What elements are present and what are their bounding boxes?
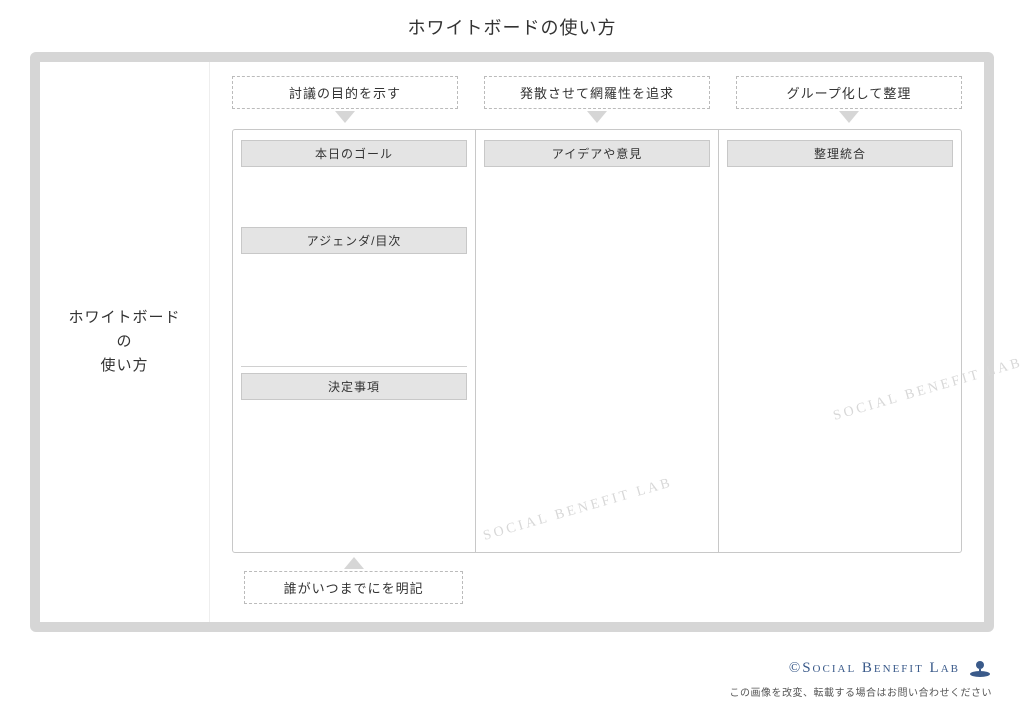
whiteboard-column-1: 本日のゴール アジェンダ/目次 決定事項 (233, 130, 475, 552)
page-title: ホワイトボードの使い方 (0, 0, 1024, 52)
footer-note: この画像を改変、転載する場合はお問い合わせください (730, 684, 993, 699)
whiteboard-column-3: 整理統合 (718, 130, 961, 552)
top-label-purpose: 討議の目的を示す (232, 76, 458, 109)
sidebar: ホワイトボード の 使い方 (40, 62, 210, 622)
divider (241, 366, 467, 367)
whiteboard: 本日のゴール アジェンダ/目次 決定事項 アイデアや意見 整理統合 (232, 129, 962, 553)
sidebar-line3: 使い方 (100, 357, 148, 374)
footer-brand: ©Social Benefit Lab (789, 656, 992, 680)
section-organize: 整理統合 (727, 140, 953, 167)
section-goal: 本日のゴール (241, 140, 467, 167)
top-labels-row: 討議の目的を示す 発散させて網羅性を追求 グループ化して整理 (224, 76, 970, 109)
section-agenda: アジェンダ/目次 (241, 227, 467, 254)
arrow-down-icon (587, 111, 607, 123)
section-ideas: アイデアや意見 (484, 140, 710, 167)
main-area: 討議の目的を示す 発散させて網羅性を追求 グループ化して整理 本日のゴール アジ… (210, 62, 984, 622)
sidebar-line2: の (116, 333, 132, 350)
sidebar-line1: ホワイトボード (68, 309, 180, 326)
bottom-label-who-when: 誰がいつまでにを明記 (244, 571, 463, 604)
top-label-group: グループ化して整理 (736, 76, 962, 109)
outer-frame: ホワイトボード の 使い方 討議の目的を示す 発散させて網羅性を追求 グループ化… (30, 52, 994, 632)
top-arrows (224, 109, 970, 127)
section-decisions: 決定事項 (241, 373, 467, 400)
logo-icon (968, 656, 992, 680)
top-label-diverge: 発散させて網羅性を追求 (484, 76, 710, 109)
arrow-down-icon (839, 111, 859, 123)
arrow-up-icon (344, 557, 364, 569)
whiteboard-column-2: アイデアや意見 (475, 130, 718, 552)
bottom-label-row: 誰がいつまでにを明記 (232, 557, 962, 604)
footer-brand-text: ©Social Benefit Lab (789, 660, 960, 677)
footer: ©Social Benefit Lab この画像を改変、転載する場合はお問い合わ… (730, 656, 993, 699)
sidebar-title: ホワイトボード の 使い方 (68, 306, 180, 378)
arrow-down-icon (335, 111, 355, 123)
